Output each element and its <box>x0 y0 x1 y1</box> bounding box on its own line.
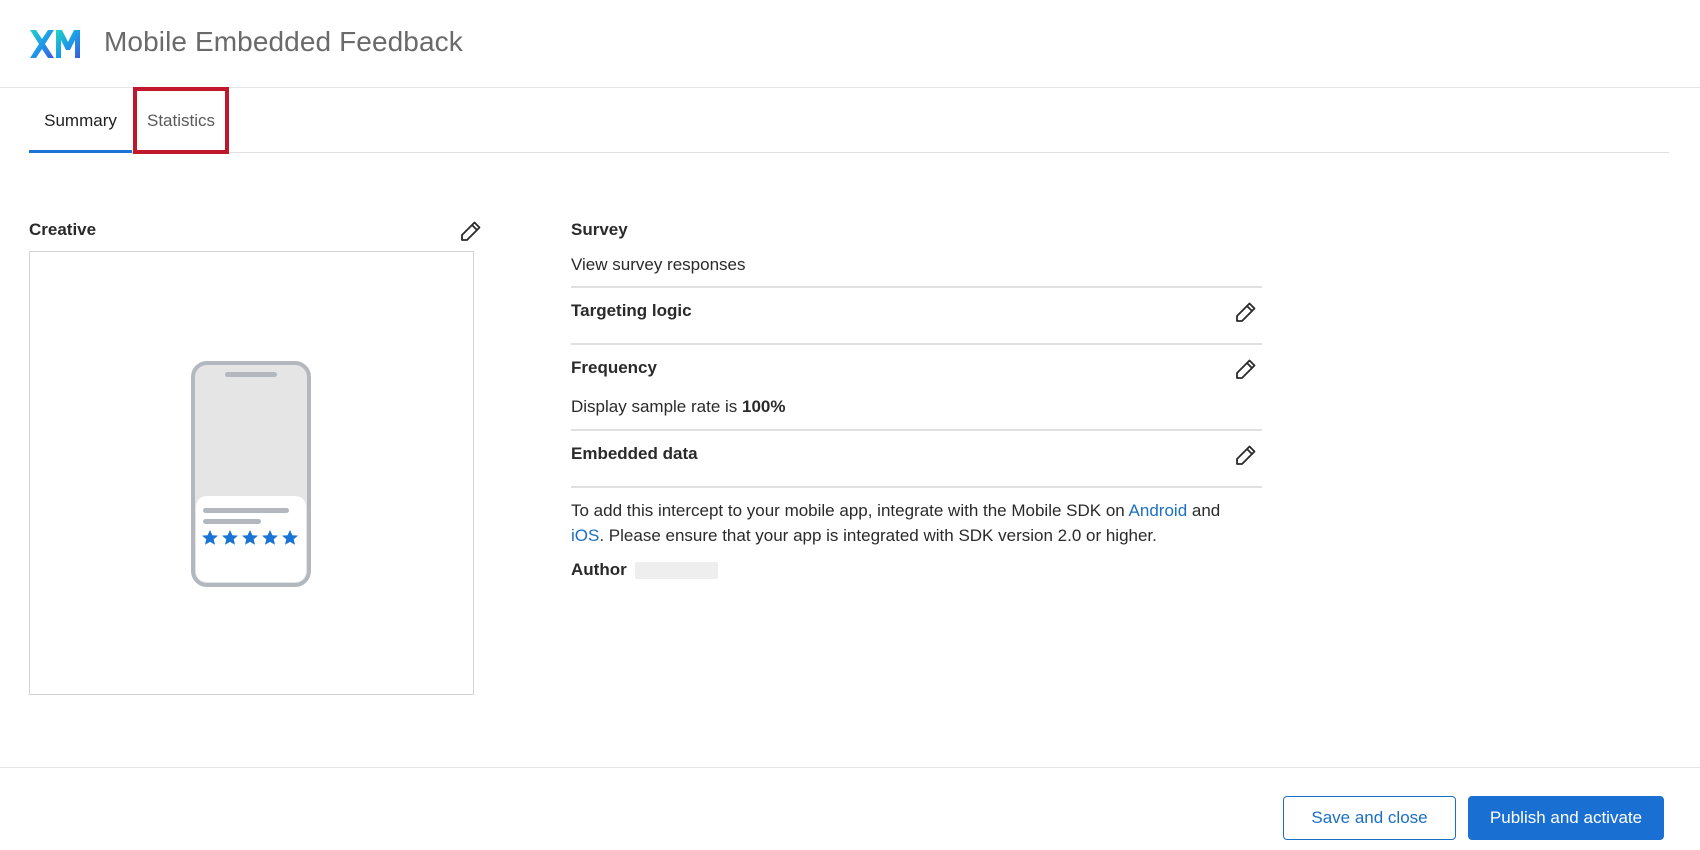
divider <box>571 343 1262 345</box>
sdk-note-text: . Please ensure that your app is integra… <box>599 526 1157 545</box>
tab-statistics[interactable]: Statistics <box>134 88 228 153</box>
view-survey-responses-link[interactable]: View survey responses <box>571 252 746 277</box>
save-and-close-button[interactable]: Save and close <box>1283 796 1456 840</box>
survey-title: Survey <box>571 220 628 239</box>
creative-title: Creative <box>29 220 97 239</box>
embedded-data-title: Embedded data <box>571 444 698 463</box>
targeting-logic-title: Targeting logic <box>571 301 692 320</box>
app-header: Mobile Embedded Feedback <box>0 0 1700 88</box>
tab-bar: Summary Statistics <box>29 88 1669 153</box>
author-name-redacted <box>635 562 718 579</box>
sdk-note-text: and <box>1187 501 1221 520</box>
xm-logo-icon <box>30 30 80 58</box>
edit-targeting-pencil-icon[interactable] <box>1234 300 1258 324</box>
author-label: Author <box>571 560 627 579</box>
sample-rate-value: 100% <box>742 397 786 416</box>
edit-creative-pencil-icon[interactable] <box>459 219 483 243</box>
divider <box>571 286 1262 288</box>
publish-and-activate-button[interactable]: Publish and activate <box>1468 796 1664 840</box>
frequency-title: Frequency <box>571 358 657 377</box>
mobile-phone-preview-icon <box>191 361 311 587</box>
sdk-note-text: To add this intercept to your mobile app… <box>571 501 1129 520</box>
page-title: Mobile Embedded Feedback <box>104 26 463 57</box>
divider <box>571 486 1262 488</box>
edit-embedded-data-pencil-icon[interactable] <box>1234 443 1258 467</box>
sample-rate-text: Display sample rate is 100% <box>571 394 786 419</box>
android-link[interactable]: Android <box>1129 501 1188 520</box>
divider <box>571 429 1262 431</box>
sample-rate-prefix: Display sample rate is <box>571 397 743 416</box>
ios-link[interactable]: iOS <box>571 526 599 545</box>
edit-frequency-pencil-icon[interactable] <box>1234 357 1258 381</box>
tab-summary[interactable]: Summary <box>29 88 132 153</box>
sdk-integration-note: To add this intercept to your mobile app… <box>571 498 1271 548</box>
